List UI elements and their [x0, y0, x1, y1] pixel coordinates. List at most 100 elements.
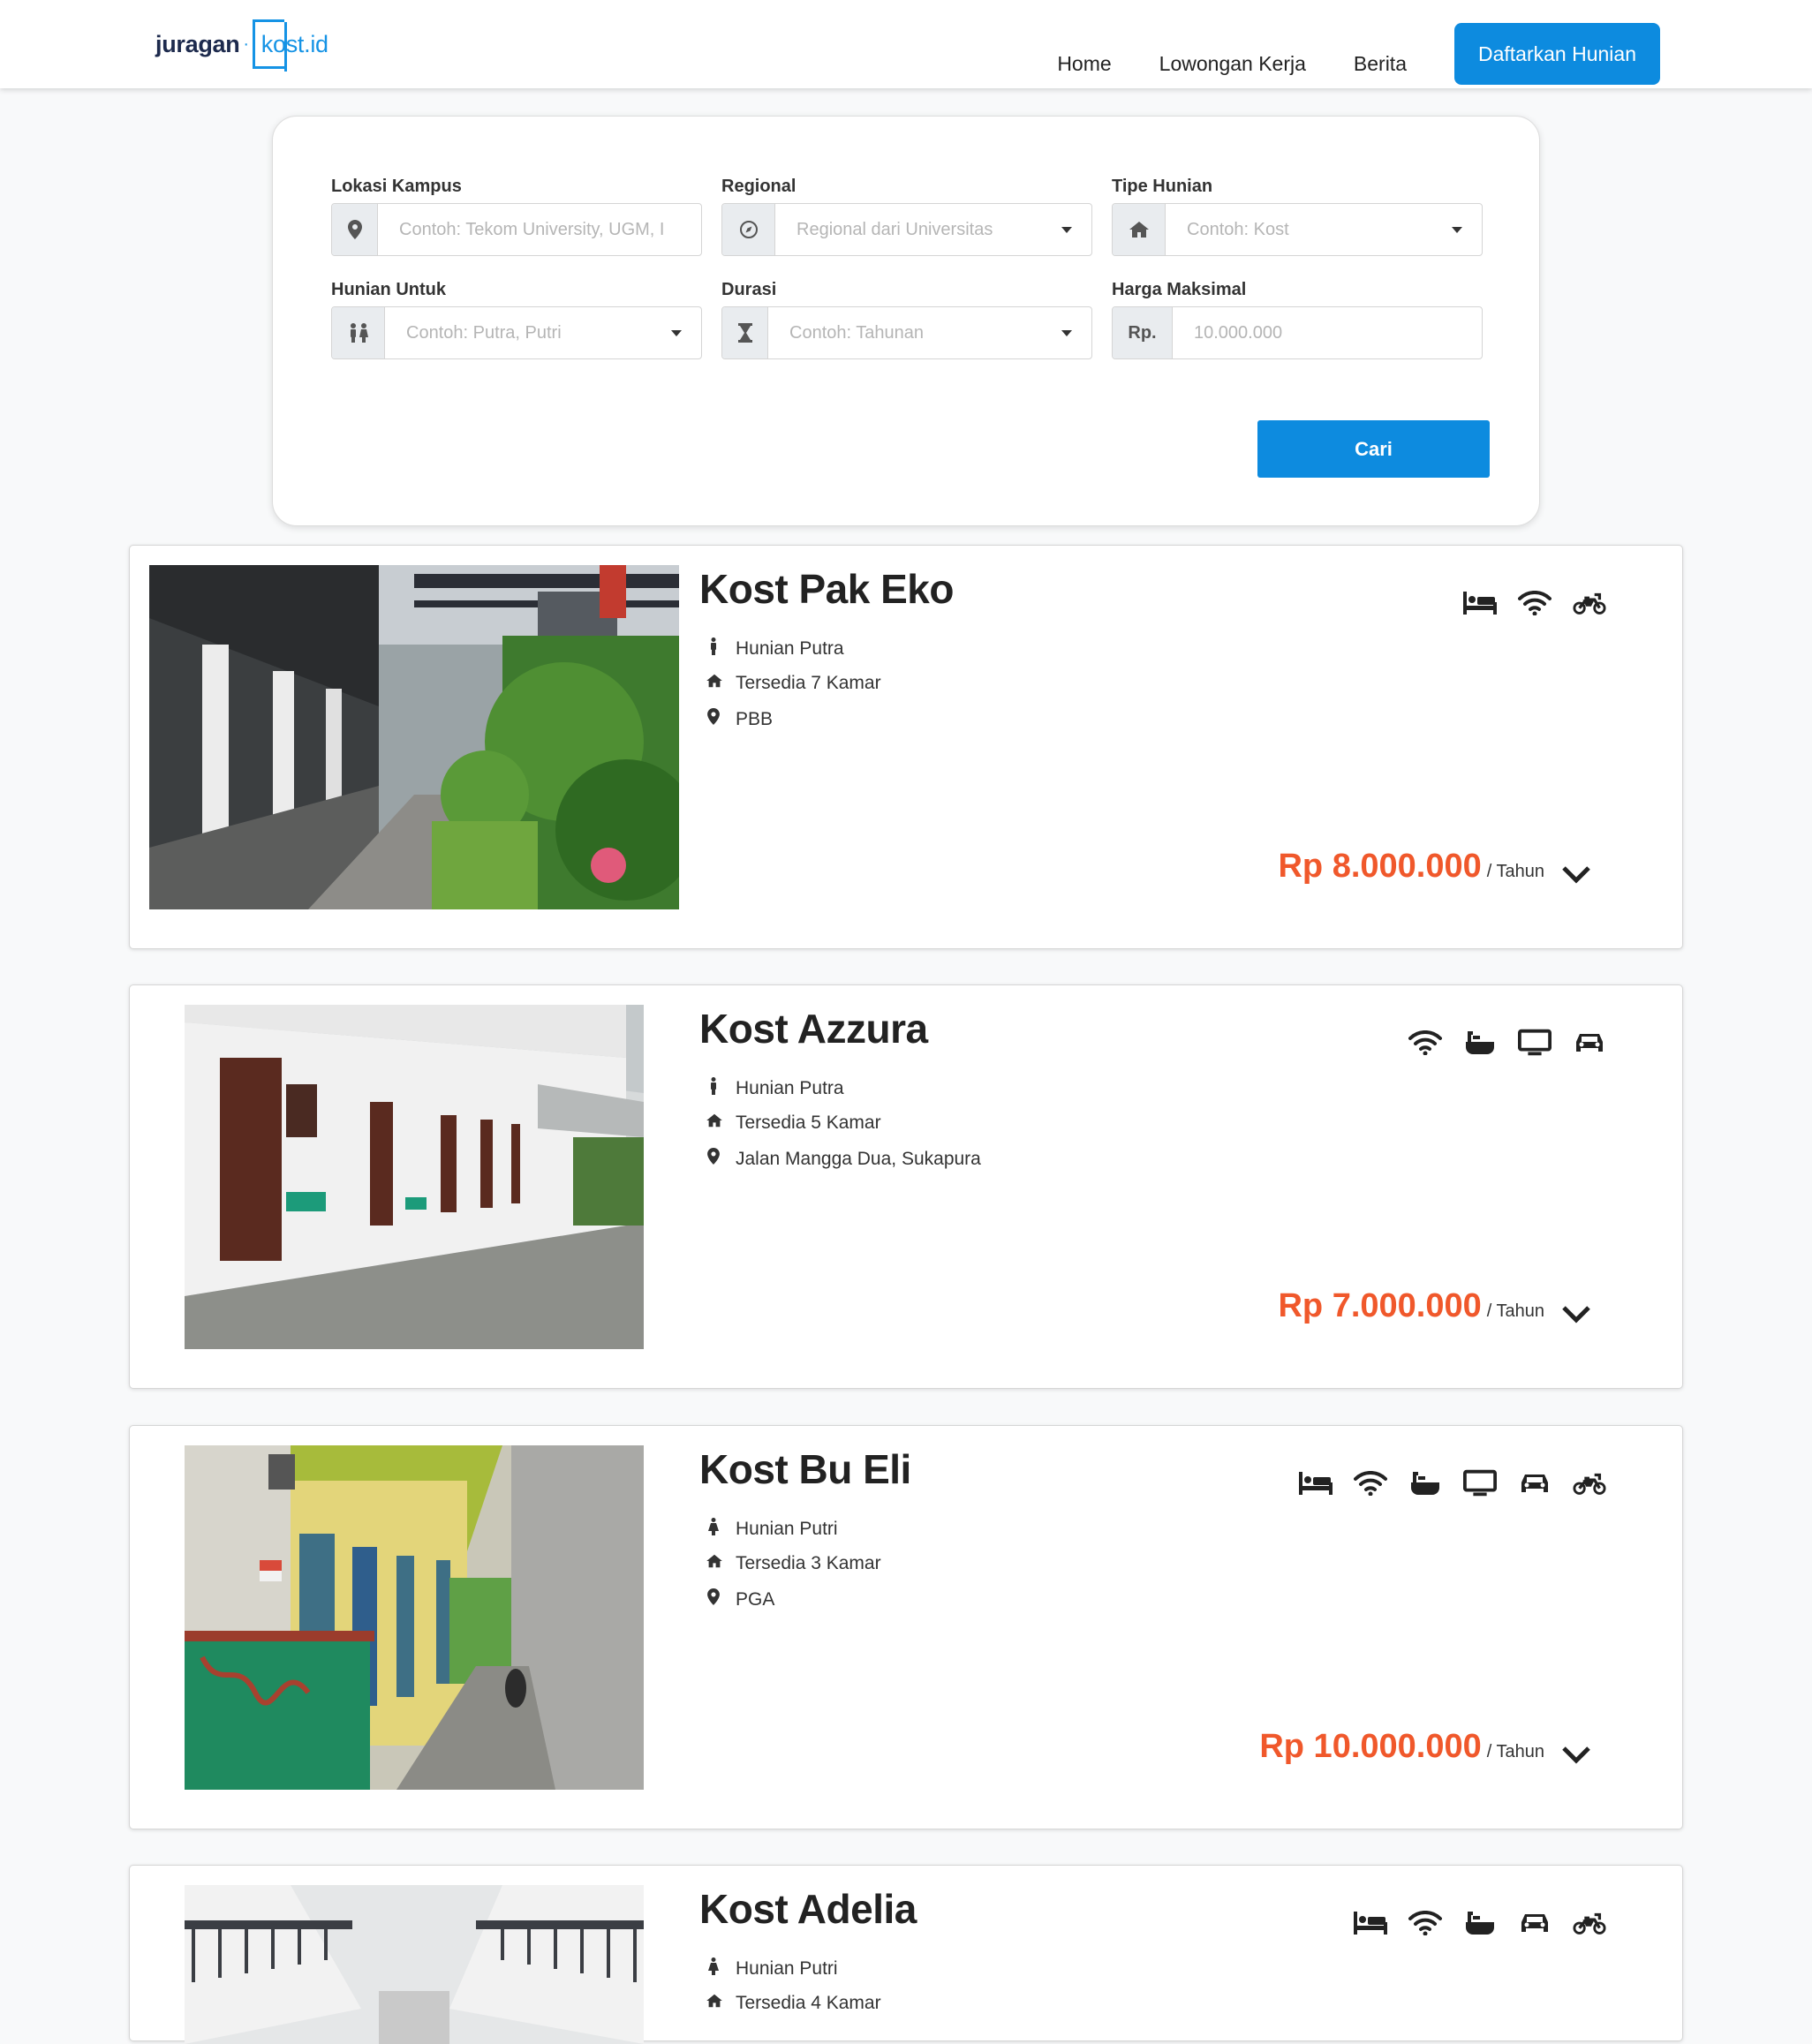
home-icon — [1113, 204, 1166, 255]
map-marker-icon — [706, 708, 721, 730]
lokasi-kampus-input[interactable]: Contoh: Tekom University, UGM, I — [331, 203, 702, 256]
amenities — [1299, 1469, 1606, 1497]
field-harga-maksimal: Harga Maksimal Rp. 10.000.000 — [1112, 280, 1483, 359]
bath-icon — [1408, 1470, 1442, 1497]
regional-placeholder-text: Regional dari Universitas — [797, 219, 993, 239]
regional-select[interactable]: Regional dari Universitas — [721, 203, 1092, 256]
durasi-select[interactable]: Contoh: Tahunan — [721, 306, 1092, 359]
listing-card[interactable]: Kost Bu Eli Hunian Putri Tersedia 3 Kama… — [129, 1425, 1683, 1829]
gender-text: Hunian Putra — [736, 638, 844, 659]
rooms-text: Tersedia 3 Kamar — [736, 1553, 881, 1573]
listing-title[interactable]: Kost Azzura — [699, 1005, 928, 1052]
chevron-down-icon[interactable] — [1560, 1301, 1592, 1327]
tipe-hunian-placeholder: Contoh: Kost — [1166, 204, 1482, 255]
listing-location: PGA — [706, 1588, 774, 1610]
home-icon — [706, 1554, 722, 1573]
nav-home[interactable]: Home — [1057, 52, 1111, 76]
location-text: PGA — [736, 1588, 775, 1610]
motorcycle-icon — [1573, 590, 1606, 616]
listing-card[interactable]: Kost Azzura Hunian Putra Tersedia 5 Kama… — [129, 984, 1683, 1389]
location-text: PBB — [736, 708, 774, 729]
map-marker-icon — [332, 204, 378, 255]
tipe-hunian-placeholder-text: Contoh: Kost — [1187, 219, 1289, 239]
listing-rooms: Tersedia 4 Kamar — [706, 1993, 881, 2014]
car-icon — [1518, 1470, 1552, 1497]
rp-prefix: Rp. — [1113, 307, 1173, 358]
durasi-placeholder-text: Contoh: Tahunan — [789, 322, 924, 343]
listing-gender: Hunian Putri — [706, 1518, 838, 1541]
chevron-down-icon — [1452, 227, 1462, 233]
wifi-icon — [1408, 1910, 1442, 1936]
field-label: Harga Maksimal — [1112, 280, 1247, 299]
tv-icon — [1463, 1469, 1497, 1497]
lokasi-kampus-placeholder: Contoh: Tekom University, UGM, I — [399, 219, 665, 239]
chevron-down-icon — [1061, 227, 1072, 233]
regional-placeholder: Regional dari Universitas — [775, 204, 1091, 255]
listing-photo[interactable] — [185, 1005, 644, 1349]
harga-maksimal-input[interactable]: Rp. 10.000.000 — [1112, 306, 1483, 359]
field-tipe-hunian: Tipe Hunian Contoh: Kost — [1112, 177, 1483, 256]
home-icon — [706, 1113, 722, 1133]
field-label: Tipe Hunian — [1112, 177, 1213, 196]
chevron-down-icon[interactable] — [1560, 1741, 1592, 1768]
listing-gender: Hunian Putra — [706, 637, 844, 660]
listing-title[interactable]: Kost Bu Eli — [699, 1445, 911, 1493]
hourglass-icon — [722, 307, 768, 358]
tv-icon — [1518, 1029, 1552, 1056]
field-regional: Regional Regional dari Universitas — [721, 177, 1092, 256]
motorcycle-icon — [1573, 1470, 1606, 1497]
cari-button[interactable]: Cari — [1257, 420, 1490, 478]
daftarkan-hunian-button[interactable]: Daftarkan Hunian — [1454, 23, 1660, 85]
nav-links: Home Lowongan Kerja Berita Daftarkan Hun… — [1057, 23, 1660, 85]
bath-icon — [1463, 1030, 1497, 1056]
compass-icon — [722, 204, 775, 255]
listing-card[interactable]: Kost Pak Eko Hunian Putra Tersedia 7 Kam… — [129, 545, 1683, 949]
price-value: Rp 10.000.000 — [1259, 1728, 1482, 1765]
listing-rooms: Tersedia 7 Kamar — [706, 673, 881, 694]
listing-rooms: Tersedia 3 Kamar — [706, 1553, 881, 1574]
durasi-placeholder: Contoh: Tahunan — [768, 307, 1091, 358]
tipe-hunian-select[interactable]: Contoh: Kost — [1112, 203, 1483, 256]
nav-lowongan-kerja[interactable]: Lowongan Kerja — [1159, 52, 1306, 76]
gender-text: Hunian Putri — [736, 1958, 838, 1979]
wifi-icon — [1354, 1470, 1387, 1497]
map-marker-icon — [706, 1148, 721, 1170]
bed-icon — [1299, 1470, 1333, 1497]
bed-icon — [1463, 590, 1497, 616]
amenities — [1463, 590, 1606, 616]
nav-berita[interactable]: Berita — [1354, 52, 1407, 76]
listing-photo[interactable] — [185, 1885, 644, 2044]
home-icon — [706, 1994, 722, 2013]
rooms-text: Tersedia 4 Kamar — [736, 1993, 881, 2013]
brand-part1: juragan — [155, 30, 240, 57]
brand-logo[interactable]: juragan · kost.id — [155, 18, 328, 72]
listing-photo[interactable] — [149, 565, 679, 909]
logo-dot: · — [243, 34, 249, 54]
bath-icon — [1463, 1910, 1497, 1936]
search-panel: Lokasi Kampus Contoh: Tekom University, … — [272, 116, 1540, 526]
listing-title[interactable]: Kost Adelia — [699, 1885, 917, 1933]
wifi-icon — [1518, 590, 1552, 616]
male-icon — [706, 637, 721, 660]
gender-text: Hunian Putra — [736, 1078, 844, 1098]
hunian-untuk-placeholder-text: Contoh: Putra, Putri — [406, 322, 562, 343]
navbar: juragan · kost.id Home Lowongan Kerja Be… — [0, 0, 1812, 88]
listing-price: Rp 8.000.000 / Tahun — [1278, 848, 1544, 886]
listing-title[interactable]: Kost Pak Eko — [699, 565, 955, 613]
car-icon — [1573, 1030, 1606, 1056]
listing-location: Jalan Mangga Dua, Sukapura — [706, 1148, 981, 1170]
listing-card[interactable]: Kost Adelia Hunian Putri Tersedia 4 Kama… — [129, 1865, 1683, 2044]
price-value: Rp 7.000.000 — [1278, 1287, 1482, 1324]
rooms-text: Tersedia 5 Kamar — [736, 1113, 881, 1133]
listing-price: Rp 10.000.000 / Tahun — [1259, 1728, 1544, 1766]
field-label: Regional — [721, 177, 797, 196]
gender-text: Hunian Putri — [736, 1519, 838, 1539]
male-icon — [706, 1077, 721, 1100]
chevron-down-icon[interactable] — [1560, 861, 1592, 887]
price-unit: / Tahun — [1486, 1301, 1544, 1321]
hunian-untuk-select[interactable]: Contoh: Putra, Putri — [331, 306, 702, 359]
listing-rooms: Tersedia 5 Kamar — [706, 1113, 881, 1134]
home-icon — [706, 674, 722, 693]
listing-photo[interactable] — [185, 1445, 644, 1790]
listing-location: PBB — [706, 708, 773, 730]
